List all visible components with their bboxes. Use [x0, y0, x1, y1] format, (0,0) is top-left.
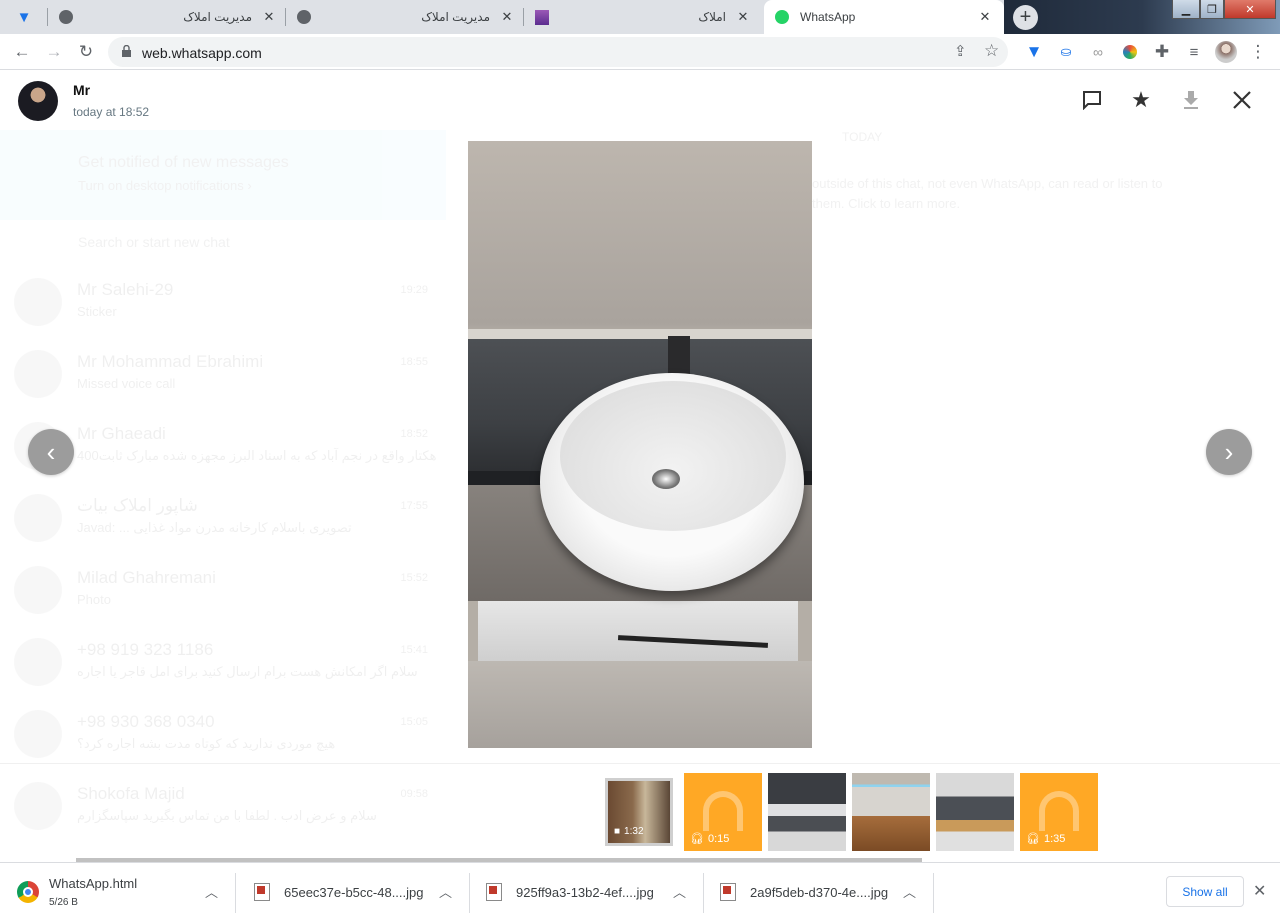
translate-extension-icon[interactable]: ⛀: [1054, 40, 1078, 64]
chat-item[interactable]: +98 919 323 1186 سلام اگر امکانش هست برام…: [12, 638, 442, 710]
restore-button[interactable]: ❐: [1200, 0, 1224, 19]
address-bar[interactable]: web.whatsapp.com ⇪ ☆: [108, 37, 1008, 67]
headphones-small-icon: 🎧︎: [1026, 833, 1040, 845]
new-tab-button[interactable]: +: [1013, 5, 1038, 30]
diamond-icon: ▼: [16, 8, 32, 26]
search-input[interactable]: Search or start new chat: [78, 234, 230, 250]
building-icon: [534, 9, 550, 25]
forward-button[interactable]: →: [42, 40, 66, 64]
download-item[interactable]: 2a9f5deb-d370-4e....jpg ︿: [704, 863, 934, 921]
headphones-icon: [1039, 791, 1079, 831]
download-item[interactable]: 925ff9a3-13b2-4ef....jpg ︿: [470, 863, 704, 921]
globe-icon: [58, 9, 74, 25]
globe-icon: [296, 9, 312, 25]
minimize-button[interactable]: ▁: [1172, 0, 1200, 19]
thumbnail-image-kitchen-2[interactable]: [936, 773, 1014, 851]
media-thumbnail-strip: ■ 1:32 🎧︎ 0:15 🎧︎ 1:35: [0, 763, 1280, 862]
sender-name: Mr: [73, 82, 91, 98]
back-button[interactable]: ←: [10, 40, 34, 64]
bookmark-star-icon[interactable]: ☆: [984, 41, 999, 61]
chrome-icon: [17, 881, 39, 903]
chat-item[interactable]: Milad Ghahremani Photo 15:52: [12, 566, 442, 638]
next-media-button[interactable]: ›: [1206, 429, 1252, 475]
diamond-extension-icon[interactable]: ▼: [1022, 40, 1046, 64]
chevron-up-icon[interactable]: ︿: [439, 882, 452, 901]
go-to-message-icon[interactable]: [1080, 88, 1104, 112]
notification-banner: Get notified of new messages Turn on des…: [0, 130, 446, 220]
message-timestamp: today at 18:52: [73, 105, 150, 119]
download-item[interactable]: WhatsApp.html 5/26 B ︿: [0, 863, 236, 921]
close-tab-icon[interactable]: ✕: [734, 9, 752, 25]
tab-whatsapp[interactable]: WhatsApp ✕: [764, 0, 1004, 34]
media-viewer-header: Mr today at 18:52 ★: [0, 70, 1280, 130]
profile-avatar[interactable]: [1214, 40, 1238, 64]
thumbnail-image-kitchen[interactable]: [768, 773, 846, 851]
media-video-frame[interactable]: [468, 141, 812, 748]
thumbnail-video[interactable]: ■ 1:32: [605, 778, 673, 846]
image-file-icon: [486, 883, 502, 901]
headphones-icon: [703, 791, 743, 831]
chat-item[interactable]: Mr Salehi-29 Sticker 19:29: [12, 278, 442, 350]
download-icon[interactable]: [1179, 88, 1203, 112]
download-item[interactable]: 65eec37e-b5cc-48....jpg ︿: [236, 863, 470, 921]
chevron-up-icon[interactable]: ︿: [673, 882, 686, 901]
whatsapp-icon: [774, 9, 790, 25]
extension-icon[interactable]: ∞: [1086, 40, 1110, 64]
thumbnail-audio[interactable]: 🎧︎ 1:35: [1020, 773, 1098, 851]
previous-media-button[interactable]: ‹: [28, 429, 74, 475]
headphones-small-icon: 🎧︎: [690, 833, 704, 845]
browser-menu-icon[interactable]: ⋮: [1246, 40, 1270, 64]
thumbnail-image-room[interactable]: [852, 773, 930, 851]
close-tab-icon[interactable]: ✕: [260, 9, 278, 25]
show-all-button[interactable]: Show all: [1166, 876, 1244, 907]
window-close-button[interactable]: ✕: [1224, 0, 1276, 19]
whatsapp-page: Get notified of new messages Turn on des…: [0, 70, 1280, 862]
chat-item[interactable]: Mr Mohammad Ebrahimi Missed voice call 18:…: [12, 350, 442, 422]
star-icon[interactable]: ★: [1129, 87, 1153, 112]
video-camera-icon: ■: [614, 826, 621, 837]
downloads-bar: WhatsApp.html 5/26 B ︿ 65eec37e-b5cc-48.…: [0, 862, 1280, 920]
idm-extension-icon[interactable]: [1118, 40, 1142, 64]
close-downloads-icon[interactable]: ✕: [1253, 881, 1266, 901]
extensions-puzzle-icon[interactable]: ✚: [1150, 40, 1174, 64]
image-file-icon: [254, 883, 270, 901]
browser-toolbar: ← → ↻ web.whatsapp.com ⇪ ☆ ▼ ⛀ ∞ ✚ ≡ ⋮: [0, 34, 1280, 70]
chevron-up-icon[interactable]: ︿: [205, 882, 218, 901]
thumbnail-audio[interactable]: 🎧︎ 0:15: [684, 773, 762, 851]
media-control-icon[interactable]: ≡: [1182, 40, 1206, 64]
sender-avatar[interactable]: [18, 81, 58, 121]
tab-amlak[interactable]: املاک ✕: [524, 0, 764, 34]
close-icon[interactable]: [1230, 88, 1254, 112]
tab-melk-2[interactable]: مدیریت املاک ✕: [286, 0, 524, 34]
reload-button[interactable]: ↻: [74, 40, 98, 64]
chat-item[interactable]: Mr Ghaeadi 400هکتار واقع در نجم آباد که ب…: [12, 422, 442, 494]
tab-strip: ▼ مدیریت املاک ✕ مدیریت املاک ✕ املاک ✕ …: [0, 0, 1280, 34]
chat-item[interactable]: شاپور املاک بیات Javad: ... تصویری باسلام…: [12, 494, 442, 566]
chevron-up-icon[interactable]: ︿: [903, 882, 916, 901]
close-tab-icon[interactable]: ✕: [976, 9, 994, 25]
tab-melk-1[interactable]: مدیریت املاک ✕: [48, 0, 286, 34]
share-icon[interactable]: ⇪: [954, 42, 967, 60]
tab-extension[interactable]: ▼: [0, 0, 48, 34]
lock-icon: [122, 45, 131, 57]
close-tab-icon[interactable]: ✕: [498, 9, 516, 25]
image-file-icon: [720, 883, 736, 901]
window-controls: ▁ ❐ ✕: [1172, 0, 1276, 20]
